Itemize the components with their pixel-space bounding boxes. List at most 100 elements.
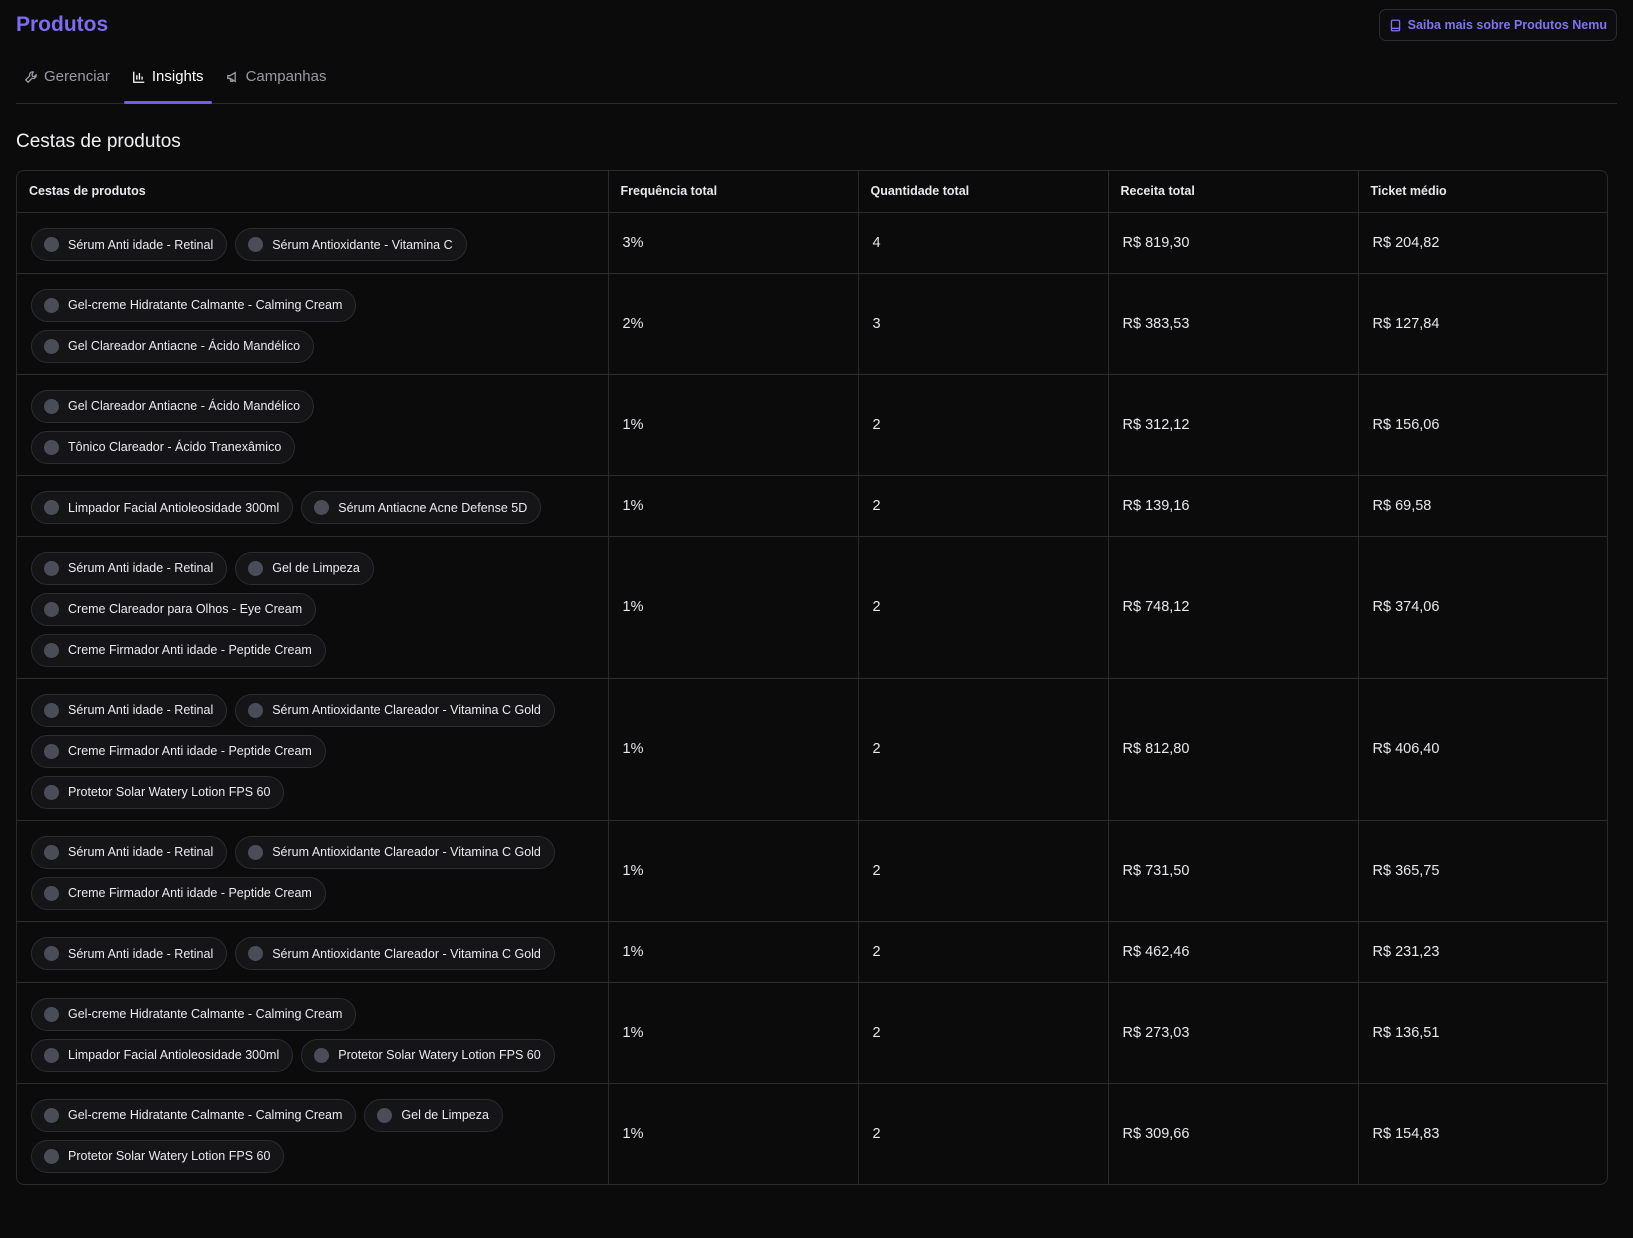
- product-chip[interactable]: Sérum Anti idade - Retinal: [31, 693, 228, 727]
- column-header-baskets[interactable]: Cestas de produtos: [17, 171, 608, 213]
- product-chip-label: Gel de Limpeza: [401, 1108, 489, 1123]
- product-thumbnail-icon: [248, 702, 264, 718]
- product-chip[interactable]: Creme Clareador para Olhos - Eye Cream: [31, 592, 317, 626]
- tab-gerenciar[interactable]: Gerenciar: [16, 50, 118, 103]
- ticket-cell: R$ 374,06: [1357, 536, 1607, 679]
- product-chip-label: Protetor Solar Watery Lotion FPS 60: [68, 785, 271, 799]
- revenue-cell: R$ 748,12: [1107, 536, 1358, 679]
- frequency-cell: 1%: [607, 678, 858, 821]
- chip-line: Creme Firmador Anti idade - Peptide Crea…: [31, 734, 594, 768]
- product-chip-label: Sérum Anti idade - Retinal: [68, 237, 214, 252]
- learn-more-button[interactable]: Saiba mais sobre Produtos Nemu: [1378, 9, 1617, 41]
- frequency-cell: 1%: [607, 475, 858, 537]
- table-row[interactable]: Sérum Anti idade - Retinal Sérum Antioxid…: [17, 212, 1607, 274]
- chip-line: Gel Clareador Antiacne - Ácido Mandélico: [31, 389, 594, 423]
- bar-chart-icon: [132, 71, 145, 83]
- product-chip[interactable]: Sérum Antiacne Acne Defense 5D: [301, 491, 542, 524]
- megaphone-icon: [226, 70, 236, 83]
- table-row[interactable]: Gel-creme Hidratante Calmante - Calming …: [17, 982, 1607, 1084]
- ticket-cell: R$ 127,84: [1357, 273, 1607, 375]
- product-chip[interactable]: Tônico Clareador - Ácido Tranexâmico: [31, 430, 296, 464]
- product-chip[interactable]: Sérum Antioxidante Clareador - Vitamina …: [235, 693, 555, 727]
- basket-cell: Limpador Facial Antioleosidade 300ml Séru…: [17, 475, 608, 537]
- chip-line: Sérum Anti idade - Retinal Sérum Antioxid…: [31, 937, 594, 970]
- product-thumbnail-icon: [44, 1006, 59, 1022]
- product-chip[interactable]: Limpador Facial Antioleosidade 300ml: [31, 1038, 294, 1072]
- section-title: Cestas de produtos: [16, 131, 181, 152]
- revenue-cell: R$ 312,12: [1107, 374, 1358, 476]
- product-chip-label: Gel-creme Hidratante Calmante - Calming …: [68, 298, 343, 312]
- product-chip[interactable]: Sérum Antioxidante Clareador - Vitamina …: [235, 937, 555, 970]
- product-chip-label: Limpador Facial Antioleosidade 300ml: [68, 500, 280, 515]
- table-row[interactable]: Gel Clareador Antiacne - Ácido Mandélico…: [17, 374, 1607, 476]
- product-thumbnail-icon: [44, 784, 59, 800]
- product-thumbnail-icon: [44, 946, 59, 961]
- product-thumbnail-icon: [44, 297, 59, 313]
- product-thumbnail-icon: [248, 560, 264, 576]
- product-thumbnail-icon: [377, 1107, 393, 1123]
- product-chip[interactable]: Gel Clareador Antiacne - Ácido Mandélico: [31, 329, 315, 363]
- product-chip[interactable]: Limpador Facial Antioleosidade 300ml: [31, 491, 294, 524]
- frequency-cell: 2%: [607, 273, 858, 375]
- product-chip-label: Gel Clareador Antiacne - Ácido Mandélico: [68, 339, 301, 353]
- product-chip[interactable]: Creme Firmador Anti idade - Peptide Crea…: [31, 876, 326, 910]
- table-row[interactable]: Gel-creme Hidratante Calmante - Calming …: [17, 273, 1607, 375]
- product-chip[interactable]: Sérum Anti idade - Retinal: [31, 228, 228, 261]
- product-chip-label: Sérum Antioxidante Clareador - Vitamina …: [272, 845, 541, 859]
- table-row[interactable]: Limpador Facial Antioleosidade 300ml Séru…: [17, 475, 1607, 537]
- product-chip[interactable]: Sérum Anti idade - Retinal: [31, 937, 228, 970]
- product-chip[interactable]: Sérum Antioxidante - Vitamina C: [235, 228, 467, 261]
- product-thumbnail-icon: [44, 844, 59, 860]
- column-header-revenue[interactable]: Receita total: [1107, 171, 1358, 213]
- product-thumbnail-icon: [44, 338, 59, 354]
- book-icon: [1390, 19, 1400, 31]
- chip-line: Protetor Solar Watery Lotion FPS 60: [31, 775, 594, 809]
- column-header-quantity[interactable]: Quantidade total: [857, 171, 1108, 213]
- product-chip-label: Gel de Limpeza: [272, 561, 360, 575]
- quantity-cell: 2: [857, 982, 1108, 1084]
- product-chip[interactable]: Protetor Solar Watery Lotion FPS 60: [301, 1038, 555, 1072]
- product-thumbnail-icon: [44, 702, 59, 718]
- table-row[interactable]: Sérum Anti idade - Retinal Sérum Antioxid…: [17, 921, 1607, 983]
- revenue-cell: R$ 309,66: [1107, 1083, 1358, 1184]
- product-chip[interactable]: Creme Firmador Anti idade - Peptide Crea…: [31, 734, 326, 768]
- product-chip[interactable]: Protetor Solar Watery Lotion FPS 60: [31, 1139, 285, 1173]
- ticket-cell: R$ 365,75: [1357, 820, 1607, 922]
- table-header-row: Cestas de produtos Frequência total Quan…: [17, 171, 1607, 213]
- table-row[interactable]: Sérum Anti idade - Retinal Sérum Antioxid…: [17, 678, 1607, 821]
- frequency-cell: 1%: [607, 1083, 858, 1184]
- table-row[interactable]: Gel-creme Hidratante Calmante - Calming …: [17, 1083, 1607, 1184]
- product-chip[interactable]: Creme Firmador Anti idade - Peptide Crea…: [31, 633, 326, 667]
- product-chip[interactable]: Gel de Limpeza: [235, 551, 374, 585]
- basket-cell: Sérum Anti idade - Retinal Sérum Antioxid…: [17, 921, 608, 983]
- products-page: Produtos Saiba mais sobre Produtos Nemu …: [0, 0, 1633, 1238]
- product-chip[interactable]: Sérum Anti idade - Retinal: [31, 551, 228, 585]
- table-row[interactable]: Sérum Anti idade - Retinal Gel de Limpeza…: [17, 536, 1607, 679]
- page-header: Produtos Saiba mais sobre Produtos Nemu: [16, 0, 1617, 50]
- product-chip[interactable]: Protetor Solar Watery Lotion FPS 60: [31, 775, 285, 809]
- chip-line: Sérum Anti idade - Retinal Sérum Antioxid…: [31, 228, 594, 261]
- frequency-cell: 1%: [607, 982, 858, 1084]
- column-header-ticket[interactable]: Ticket médio: [1357, 171, 1607, 213]
- product-chip[interactable]: Gel-creme Hidratante Calmante - Calming …: [31, 288, 357, 322]
- basket-cell: Sérum Anti idade - Retinal Sérum Antioxid…: [17, 820, 608, 922]
- column-header-frequency[interactable]: Frequência total: [607, 171, 858, 213]
- product-thumbnail-icon: [44, 1148, 59, 1164]
- ticket-cell: R$ 154,83: [1357, 1083, 1607, 1184]
- tab-campanhas[interactable]: Campanhas: [218, 50, 335, 103]
- product-chip[interactable]: Gel-creme Hidratante Calmante - Calming …: [31, 997, 357, 1031]
- product-chip-label: Creme Firmador Anti idade - Peptide Crea…: [68, 744, 312, 758]
- product-chip-label: Sérum Anti idade - Retinal: [68, 703, 214, 717]
- product-chip[interactable]: Gel Clareador Antiacne - Ácido Mandélico: [31, 389, 315, 423]
- product-thumbnail-icon: [44, 439, 59, 455]
- tab-insights[interactable]: Insights: [123, 50, 212, 104]
- table-row[interactable]: Sérum Anti idade - Retinal Sérum Antioxid…: [17, 820, 1607, 922]
- product-chip[interactable]: Gel-creme Hidratante Calmante - Calming …: [31, 1098, 357, 1132]
- product-thumbnail-icon: [314, 1047, 330, 1063]
- product-thumbnail-icon: [314, 500, 330, 515]
- product-chip[interactable]: Sérum Anti idade - Retinal: [31, 835, 228, 869]
- product-chip-label: Sérum Antioxidante - Vitamina C: [272, 237, 453, 252]
- product-chip[interactable]: Sérum Antioxidante Clareador - Vitamina …: [235, 835, 555, 869]
- basket-cell: Gel Clareador Antiacne - Ácido Mandélico…: [17, 374, 608, 476]
- product-chip[interactable]: Gel de Limpeza: [364, 1098, 503, 1132]
